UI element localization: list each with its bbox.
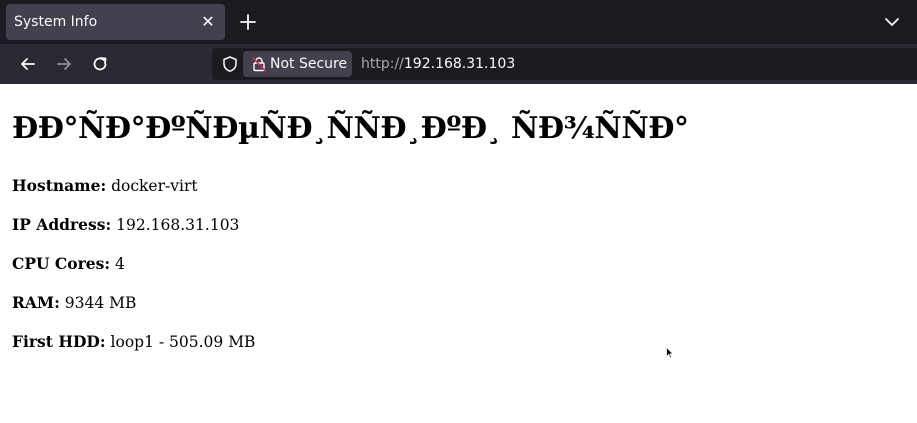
info-label: IP Address: (12, 215, 112, 234)
info-value: 192.168.31.103 (116, 216, 240, 234)
tab-title: System Info (14, 14, 98, 30)
info-value: loop1 - 505.09 MB (110, 333, 256, 351)
info-label: Hostname: (12, 176, 107, 195)
url-text[interactable]: http://192.168.31.103 (361, 48, 515, 80)
info-value: docker-virt (111, 177, 198, 195)
url-scheme: http:// (361, 56, 404, 72)
info-row-hostname: Hostname: docker-virt (12, 176, 198, 195)
lock-insecure-icon (252, 57, 267, 72)
tab-strip: System Info ✕ (0, 0, 917, 44)
info-row-ip-address: IP Address: 192.168.31.103 (12, 215, 239, 234)
nav-toolbar: Not Secure http://192.168.31.103 (0, 44, 917, 84)
info-row-ram: RAM: 9344 MB (12, 293, 136, 312)
close-icon[interactable]: ✕ (199, 13, 217, 31)
url-host: 192.168.31.103 (403, 56, 516, 72)
page-content: ÐÐ°ÑÐ°ÐºÑÐµÑÐ¸ÑÑÐ¸ÐºÐ¸ ÑÐ¾ÑÑÐ° Hostname:… (0, 84, 917, 423)
mouse-pointer-icon (666, 347, 674, 359)
site-security-button[interactable]: Not Secure (243, 51, 352, 77)
plus-icon[interactable] (238, 12, 258, 32)
page-title: ÐÐ°ÑÐ°ÐºÑÐµÑÐ¸ÑÑÐ¸ÐºÐ¸ ÑÐ¾ÑÑÐ° (12, 111, 689, 146)
info-label: RAM: (12, 293, 60, 312)
info-row-first-hdd: First HDD: loop1 - 505.09 MB (12, 332, 255, 351)
shield-icon[interactable] (221, 55, 239, 73)
info-value: 4 (115, 255, 125, 273)
reload-icon[interactable] (90, 54, 110, 74)
info-label: First HDD: (12, 332, 106, 351)
forward-arrow-icon[interactable] (54, 54, 74, 74)
info-row-cpu-cores: CPU Cores: 4 (12, 254, 125, 273)
info-value: 9344 MB (64, 294, 137, 312)
chevron-down-icon[interactable] (883, 13, 901, 31)
info-label: CPU Cores: (12, 254, 111, 273)
tab-system-info[interactable]: System Info ✕ (6, 4, 225, 40)
back-arrow-icon[interactable] (18, 54, 38, 74)
url-bar[interactable]: Not Secure http://192.168.31.103 (212, 48, 917, 80)
security-label: Not Secure (270, 56, 348, 72)
